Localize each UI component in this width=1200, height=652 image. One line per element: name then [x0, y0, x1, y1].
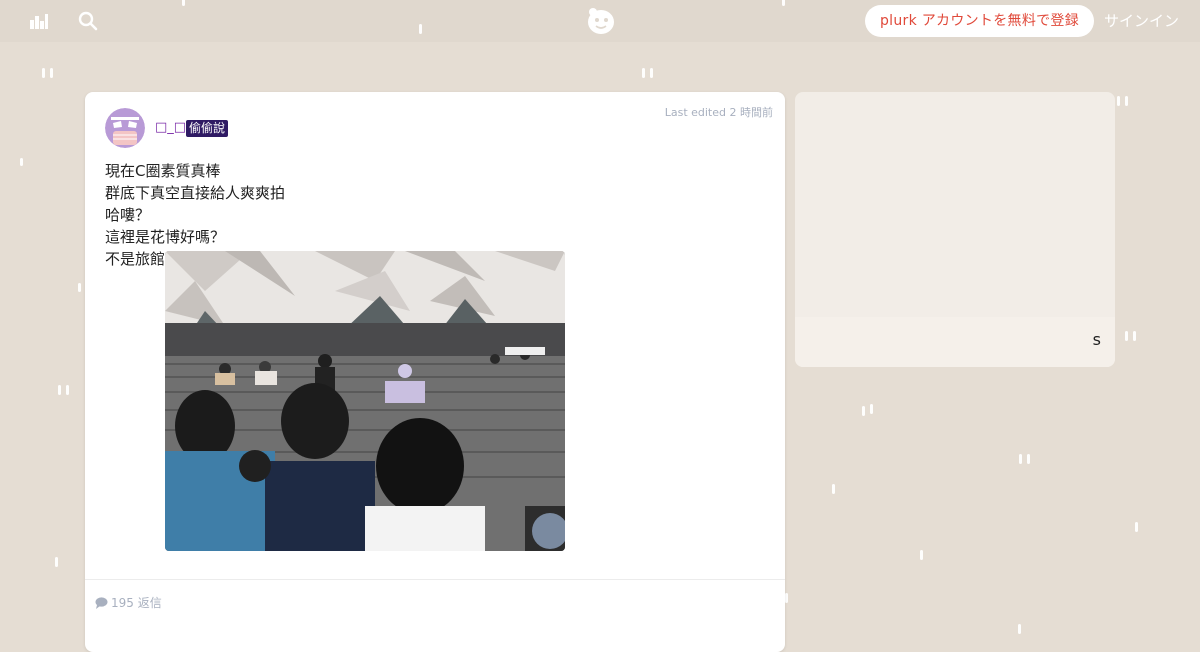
qualifier-badge: 偷偷說 — [186, 120, 229, 137]
responses-count: 195 返信 — [111, 596, 162, 610]
avatar[interactable] — [105, 108, 145, 148]
card-divider — [85, 579, 785, 580]
timeline-icon[interactable] — [27, 9, 51, 33]
content-line: 這裡是花博好嗎？ — [105, 228, 226, 246]
content-line: 現在C圈素質真棒 — [105, 162, 221, 180]
username-link[interactable]: □_□ — [155, 120, 186, 135]
top-bar: plurk アカウントを無料で登録 サインイン — [0, 0, 1200, 42]
responses-link[interactable]: 195 返信 — [95, 594, 162, 611]
sidebar-letter: s — [1092, 330, 1101, 349]
post-photo[interactable] — [165, 251, 565, 551]
search-icon[interactable] — [76, 9, 100, 33]
content-line: 哈嘍？ — [105, 206, 151, 224]
sidebar-card: s — [795, 92, 1115, 367]
sidebar-card-footer — [795, 317, 1115, 367]
comment-icon — [95, 596, 108, 609]
signin-link[interactable]: サインイン — [1104, 5, 1179, 37]
plurk-card: Last edited 2 時間前 □_□ 偷偷說 現在C圈素質真棒 群底下真空… — [85, 92, 785, 652]
signup-button[interactable]: plurk アカウントを無料で登録 — [865, 5, 1094, 37]
content-line: 群底下真空直接給人爽爽拍 — [105, 184, 286, 202]
edited-timestamp: Last edited 2 時間前 — [664, 106, 773, 119]
plurk-logo-icon[interactable] — [584, 6, 616, 36]
